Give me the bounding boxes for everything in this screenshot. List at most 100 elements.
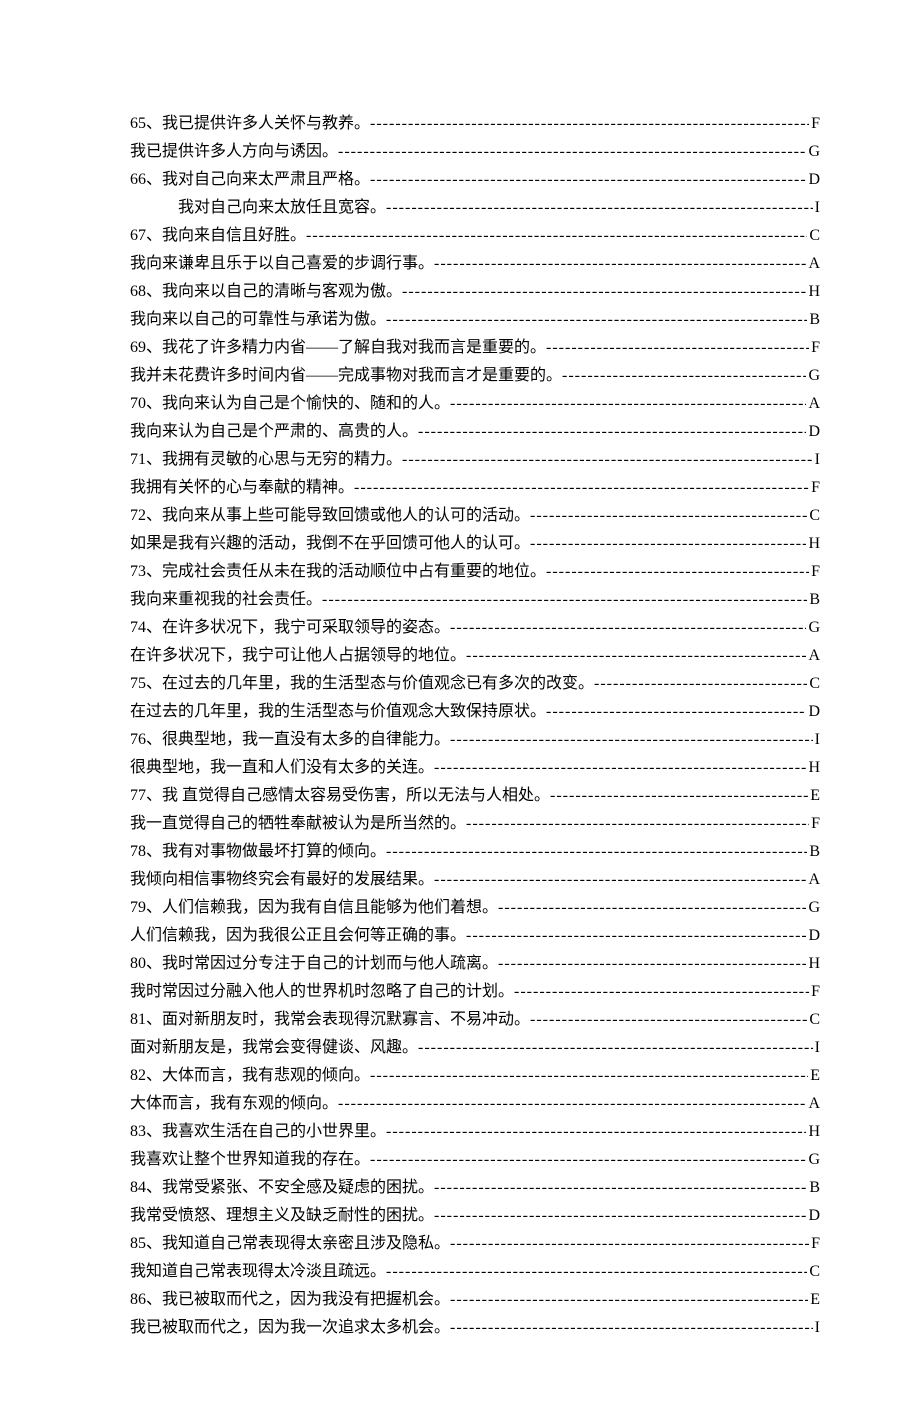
leader-dots: [434, 1174, 807, 1202]
question-row: 人们信赖我，因为我很公正且会何等正确的事。D: [130, 922, 820, 950]
answer-code: I: [813, 194, 820, 222]
answer-code: D: [806, 1202, 820, 1230]
question-row: 66、我对自己向来太严肃且严格。D: [130, 166, 820, 194]
question-text: 我喜欢让整个世界知道我的存在。: [130, 1146, 370, 1174]
answer-code: H: [806, 754, 820, 782]
question-text: 78、我有对事物做最坏打算的倾向。: [130, 838, 386, 866]
answer-code: H: [806, 950, 820, 978]
leader-dots: [450, 614, 806, 642]
question-text: 我常受愤怒、理想主义及缺乏耐性的困扰。: [130, 1202, 434, 1230]
answer-code: F: [809, 1230, 820, 1258]
question-row: 82、大体而言，我有悲观的倾向。 E: [130, 1062, 820, 1090]
question-row: 我常受愤怒、理想主义及缺乏耐性的困扰。 D: [130, 1202, 820, 1230]
answer-code: F: [809, 110, 820, 138]
question-text: 66、我对自己向来太严肃且严格。: [130, 166, 370, 194]
leader-dots: [370, 110, 809, 138]
question-row: 79、人们信赖我，因为我有自信且能够为他们着想。 G: [130, 894, 820, 922]
answer-code: F: [809, 810, 820, 838]
leader-dots: [546, 334, 809, 362]
leader-dots: [546, 698, 806, 726]
leader-dots: [466, 642, 806, 670]
leader-dots: [386, 306, 807, 334]
question-row: 68、我向来以自己的清晰与客观为傲。H: [130, 278, 820, 306]
question-text: 65、我已提供许多人关怀与教养。: [130, 110, 370, 138]
answer-code: I: [813, 1314, 820, 1342]
question-text: 人们信赖我，因为我很公正且会何等正确的事。: [130, 922, 466, 950]
answer-code: A: [806, 390, 820, 418]
question-text: 我对自己向来太放任且宽容。: [178, 194, 386, 222]
question-text: 我向来认为自己是个严肃的、高贵的人。: [130, 418, 418, 446]
answer-code: C: [807, 222, 820, 250]
leader-dots: [450, 726, 813, 754]
question-text: 我知道自己常表现得太冷淡且疏远。: [130, 1258, 386, 1286]
question-text: 82、大体而言，我有悲观的倾向。: [130, 1062, 370, 1090]
leader-dots: [594, 670, 807, 698]
answer-code: B: [807, 306, 820, 334]
question-text: 71、我拥有灵敏的心思与无穷的精力。: [130, 446, 402, 474]
question-row: 我知道自己常表现得太冷淡且疏远。 C: [130, 1258, 820, 1286]
answer-code: H: [806, 1118, 820, 1146]
answer-code: A: [806, 1090, 820, 1118]
leader-dots: [514, 978, 809, 1006]
question-row: 65、我已提供许多人关怀与教养。 F: [130, 110, 820, 138]
question-text: 70、我向来认为自己是个愉快的、随和的人。: [130, 390, 450, 418]
leader-dots: [450, 1286, 808, 1314]
leader-dots: [466, 810, 809, 838]
leader-dots: [530, 1006, 807, 1034]
leader-dots: [338, 138, 806, 166]
answer-code: G: [806, 894, 820, 922]
question-row: 85、我知道自己常表现得太亲密且涉及隐私。F: [130, 1230, 820, 1258]
answer-code: G: [806, 362, 820, 390]
leader-dots: [450, 1314, 813, 1342]
question-text: 我向来谦卑且乐于以自己喜爱的步调行事。: [130, 250, 434, 278]
leader-dots: [402, 278, 806, 306]
question-row: 在许多状况下，我宁可让他人占据领导的地位。A: [130, 642, 820, 670]
leader-dots: [338, 1090, 806, 1118]
question-text: 76、很典型地，我一直没有太多的自律能力。: [130, 726, 450, 754]
question-row: 我拥有关怀的心与奉献的精神。F: [130, 474, 820, 502]
question-row: 75、在过去的几年里，我的生活型态与价值观念已有多次的改变。C: [130, 670, 820, 698]
question-row: 我向来谦卑且乐于以自己喜爱的步调行事。A: [130, 250, 820, 278]
question-row: 72、我向来从事上些可能导致回馈或他人的认可的活动。C: [130, 502, 820, 530]
leader-dots: [530, 502, 807, 530]
leader-dots: [530, 530, 806, 558]
question-text: 79、人们信赖我，因为我有自信且能够为他们着想。: [130, 894, 498, 922]
question-row: 我倾向相信事物终究会有最好的发展结果。A: [130, 866, 820, 894]
question-text: 86、我已被取而代之，因为我没有把握机会。: [130, 1286, 450, 1314]
question-row: 69、我花了许多精力内省——了解自我对我而言是重要的。F: [130, 334, 820, 362]
answer-code: A: [806, 866, 820, 894]
question-row: 73、完成社会责任从未在我的活动顺位中占有重要的地位。F: [130, 558, 820, 586]
leader-dots: [546, 558, 809, 586]
answer-code: G: [806, 1146, 820, 1174]
leader-dots: [450, 1230, 809, 1258]
answer-code: E: [808, 1062, 820, 1090]
leader-dots: [306, 222, 807, 250]
question-text: 如果是我有兴趣的活动，我倒不在乎回馈可他人的认可。: [130, 530, 530, 558]
answer-code: F: [809, 978, 820, 1006]
question-row: 70、我向来认为自己是个愉快的、随和的人。 A: [130, 390, 820, 418]
answer-code: B: [807, 838, 820, 866]
question-text: 大体而言，我有东观的倾向。: [130, 1090, 338, 1118]
answer-code: H: [806, 278, 820, 306]
leader-dots: [386, 1258, 807, 1286]
answer-code: C: [807, 1258, 820, 1286]
leader-dots: [434, 866, 806, 894]
question-row: 67、我向来自信且好胜。C: [130, 222, 820, 250]
question-text: 74、在许多状况下，我宁可采取领导的姿态。: [130, 614, 450, 642]
question-row: 77、我 直觉得自己感情太容易受伤害，所以无法与人相处。E: [130, 782, 820, 810]
question-row: 我喜欢让整个世界知道我的存在。 G: [130, 1146, 820, 1174]
question-text: 面对新朋友是，我常会变得健谈、风趣。: [130, 1034, 418, 1062]
question-text: 我时常因过分融入他人的世界机时忽略了自己的计划。: [130, 978, 514, 1006]
page: 65、我已提供许多人关怀与教养。F我已提供许多人方向与诱因。G66、我对自己向来…: [0, 0, 920, 1402]
question-row: 大体而言，我有东观的倾向。 A: [130, 1090, 820, 1118]
question-row: 我已提供许多人方向与诱因。G: [130, 138, 820, 166]
question-row: 我向来重视我的社会责任。B: [130, 586, 820, 614]
leader-dots: [386, 838, 807, 866]
question-row: 我已被取而代之，因为我一次追求太多机会。I: [130, 1314, 820, 1342]
leader-dots: [450, 390, 806, 418]
question-text: 83、我喜欢生活在自己的小世界里。: [130, 1118, 386, 1146]
question-row: 我向来以自己的可靠性与承诺为傲。B: [130, 306, 820, 334]
answer-code: F: [809, 474, 820, 502]
question-row: 78、我有对事物做最坏打算的倾向。 B: [130, 838, 820, 866]
question-row: 我并未花费许多时间内省——完成事物对我而言才是重要的。G: [130, 362, 820, 390]
